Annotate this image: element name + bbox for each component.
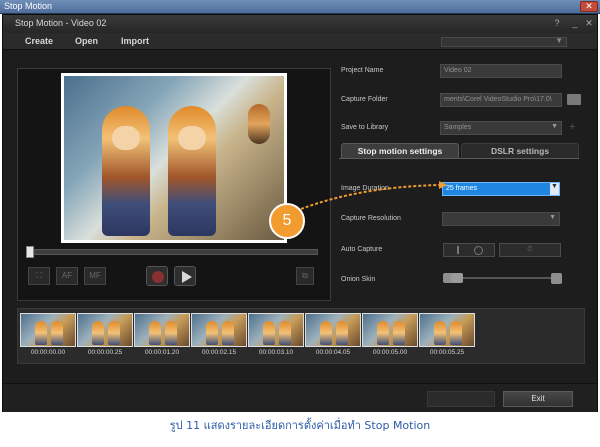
timeline-thumbnail[interactable] <box>248 313 304 347</box>
menu-bar: Create Open Import ▼ <box>3 33 597 50</box>
chevron-down-icon: ▼ <box>551 123 558 130</box>
timecode: 00:00:01.20 <box>144 349 180 356</box>
timeline-thumbnail[interactable] <box>362 313 418 347</box>
play-icon[interactable] <box>174 266 196 286</box>
record-icon <box>474 246 483 255</box>
app-window-title: Stop Motion - Video 02 <box>15 18 107 28</box>
capture-folder-field[interactable]: ments\Corel VideoStudio Pro\17.0\ <box>440 93 562 107</box>
annotation-arrow <box>300 181 447 210</box>
library-value: Samples <box>444 124 472 131</box>
chevron-down-icon: ▼ <box>549 214 556 221</box>
auto-capture-toggle[interactable] <box>443 243 495 257</box>
dolls-photo <box>64 76 284 240</box>
os-title-bar: Stop Motion ✕ <box>0 0 600 14</box>
capture-resolution-dropdown[interactable]: ▼ <box>442 212 560 226</box>
capture-folder-label: Capture Folder <box>341 96 388 103</box>
timecode: 00:00:04.05 <box>315 349 351 356</box>
timeline-strip: 00:00:00.00 00:00:00.25 00:00:01.20 00:0… <box>17 308 585 364</box>
timeline-thumbnail[interactable] <box>77 313 133 347</box>
help-icon[interactable]: ? <box>551 18 563 29</box>
image-duration-dropdown[interactable]: 25 frames ▼ <box>442 182 560 196</box>
doll-left <box>102 106 150 236</box>
fit-icon[interactable]: ⛶ <box>28 267 50 285</box>
save-to-library-label: Save to Library <box>341 124 389 131</box>
chevron-down-icon: ▼ <box>550 183 559 195</box>
timeline-scrubber[interactable] <box>26 246 318 258</box>
scrub-handle[interactable] <box>26 246 34 258</box>
timecode: 00:00:00.00 <box>30 349 66 356</box>
onion-skin-max-icon <box>551 273 562 284</box>
capture-icon[interactable] <box>146 266 168 286</box>
project-name-field[interactable]: Video 02 <box>440 64 562 78</box>
timecode: 00:00:00.25 <box>87 349 123 356</box>
os-window-title: Stop Motion <box>4 1 53 11</box>
record-glyph <box>152 271 164 283</box>
onion-skin-label: Onion Skin <box>341 276 376 283</box>
figure-caption: รูป 11 แสดงรายละเอียดการตั้งค่าเมื่อทำ S… <box>169 419 431 432</box>
annotation-number: 5 <box>269 203 305 239</box>
pause-icon <box>457 246 459 254</box>
small-doll <box>248 104 270 144</box>
close-icon[interactable]: ✕ <box>580 1 598 12</box>
manual-focus-icon[interactable]: MF <box>84 267 106 285</box>
menu-open[interactable]: Open <box>75 36 98 46</box>
timecode: 00:00:02.15 <box>201 349 237 356</box>
timecode: 00:00:05.25 <box>429 349 465 356</box>
play-glyph <box>182 271 192 283</box>
save-to-library-dropdown[interactable]: Samples ▼ <box>440 121 562 135</box>
timecode: 00:00:05.00 <box>372 349 408 356</box>
add-library-icon[interactable]: + <box>569 121 575 133</box>
device-dropdown[interactable]: ▼ <box>441 36 567 47</box>
screen-icon[interactable]: ⧉ <box>296 267 314 285</box>
minimize-icon[interactable]: _ <box>569 18 581 29</box>
screenshot: Stop Motion ✕ Stop Motion - Video 02 ? _… <box>0 0 600 447</box>
timeline-thumbnail[interactable] <box>305 313 361 347</box>
exit-button[interactable]: Exit <box>503 391 573 407</box>
preview-image <box>61 73 287 243</box>
onion-skin-slider[interactable] <box>451 273 555 283</box>
autofocus-icon[interactable]: AF <box>56 267 78 285</box>
app-title-bar: Stop Motion - Video 02 ? _ ✕ <box>3 15 597 33</box>
timeline-thumbnail[interactable] <box>134 313 190 347</box>
bottom-bar: Exit <box>3 383 597 412</box>
folder-icon[interactable] <box>567 94 581 105</box>
timer-icon: ⏱ <box>527 246 533 253</box>
project-name-label: Project Name <box>341 67 384 74</box>
menu-import[interactable]: Import <box>121 36 149 46</box>
tab-divider <box>339 158 579 159</box>
chevron-down-icon: ▼ <box>555 36 563 45</box>
save-button-disabled <box>427 391 495 407</box>
timecode: 00:00:03.10 <box>258 349 294 356</box>
stop-motion-window: Stop Motion - Video 02 ? _ ✕ Create Open… <box>2 14 598 412</box>
timer-settings-button[interactable]: ⏱ <box>499 243 561 257</box>
preview-panel: ⛶ AF MF ⧉ <box>17 68 331 301</box>
tab-stop-motion-settings[interactable]: Stop motion settings <box>341 143 459 159</box>
onion-skin-slider-knob[interactable] <box>451 273 463 283</box>
menu-create[interactable]: Create <box>25 36 53 46</box>
auto-capture-label: Auto Capture <box>341 246 383 253</box>
capture-resolution-label: Capture Resolution <box>341 215 401 222</box>
timeline-thumbnail[interactable] <box>191 313 247 347</box>
timeline-thumbnail[interactable] <box>20 313 76 347</box>
window-close-icon[interactable]: ✕ <box>583 18 595 29</box>
image-duration-value: 25 frames <box>446 185 478 192</box>
tab-dslr-settings[interactable]: DSLR settings <box>461 143 579 159</box>
doll-right <box>168 106 216 236</box>
timeline-thumbnail[interactable] <box>419 313 475 347</box>
